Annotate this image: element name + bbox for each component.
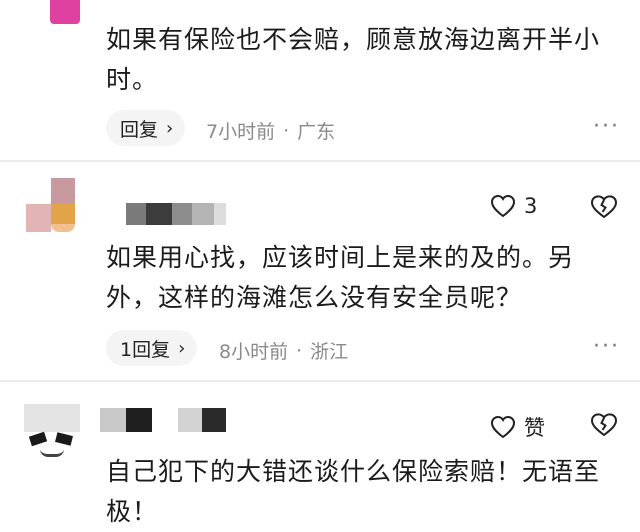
comment-text-line: 外，这样的海滩怎么没有安全员呢？ <box>106 283 523 312</box>
like-button[interactable]: 赞 <box>490 412 545 442</box>
reply-label: 回复 <box>120 118 159 141</box>
timestamp: 8小时前 <box>219 341 289 363</box>
heart-outline-icon <box>490 194 516 218</box>
comment-text-line: 时。 <box>106 65 159 94</box>
heart-outline-icon <box>490 415 516 439</box>
dislike-button[interactable] <box>590 194 618 224</box>
divider <box>0 380 640 382</box>
avatar[interactable] <box>50 0 80 24</box>
like-button[interactable]: 3 <box>490 194 537 218</box>
separator-dot: · <box>296 339 303 362</box>
dislike-button[interactable] <box>590 412 618 442</box>
broken-heart-icon <box>590 413 618 437</box>
comment-text-line: 极！ <box>106 497 159 526</box>
comment-text: 如果有保险也不会赔，顾意放海边离开半小 时。 <box>106 20 626 100</box>
chevron-right-icon: › <box>166 117 174 139</box>
comment-text: 自己犯下的大错还谈什么保险索赔！无语至 极！ <box>106 452 636 532</box>
reply-button[interactable]: 回复 › <box>106 110 186 146</box>
location: 浙江 <box>310 341 349 363</box>
comment-text-line: 如果有保险也不会赔，顾意放海边离开半小 <box>106 25 601 54</box>
comment-meta: 7小时前 · 广东 <box>206 117 335 144</box>
reply-label: 1回复 <box>120 338 171 361</box>
chevron-right-icon: › <box>178 337 186 359</box>
separator-dot: · <box>283 119 290 142</box>
avatar[interactable] <box>26 178 80 232</box>
comment-meta: 8小时前 · 浙江 <box>219 337 348 364</box>
username-pixelated <box>100 408 226 432</box>
more-dots-icon[interactable]: ··· <box>593 114 620 139</box>
like-count: 3 <box>524 194 538 218</box>
comment-text-line: 如果用心找，应该时间上是来的及的。另 <box>106 243 575 272</box>
comment-text-line: 自己犯下的大错还谈什么保险索赔！无语至 <box>106 457 601 486</box>
username-pixelated <box>126 203 226 225</box>
comment-text: 如果用心找，应该时间上是来的及的。另 外，这样的海滩怎么没有安全员呢？ <box>106 238 626 318</box>
reply-button[interactable]: 1回复 › <box>106 330 198 366</box>
like-label: 赞 <box>524 416 545 440</box>
divider <box>0 160 640 162</box>
timestamp: 7小时前 <box>206 121 276 143</box>
broken-heart-icon <box>590 195 618 219</box>
more-dots-icon[interactable]: ··· <box>593 334 620 359</box>
avatar[interactable] <box>24 404 80 458</box>
location: 广东 <box>297 121 336 143</box>
